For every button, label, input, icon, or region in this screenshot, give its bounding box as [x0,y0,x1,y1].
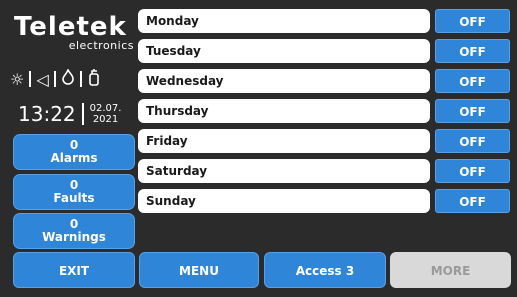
warnings-label: Warnings [42,230,106,244]
divider [29,71,32,87]
extinguisher-icon [87,68,101,90]
sunday-toggle[interactable]: OFF [435,189,510,213]
divider [53,71,56,87]
saturday-toggle[interactable]: OFF [435,159,510,183]
panel-screen: Teletek electronics ☼ ◁ 13:22 02.07. 202… [0,0,517,297]
alarms-button[interactable]: 0 Alarms [13,134,135,170]
clock-time: 13:22 [18,102,76,126]
sun-icon: ☼ [10,69,25,89]
alarms-count: 0 [69,138,79,152]
day-monday[interactable]: Monday [138,9,430,33]
menu-button[interactable]: MENU [139,252,259,288]
clock-date: 02.07. 2021 [90,103,122,125]
speaker-icon: ◁ [36,69,49,89]
friday-toggle[interactable]: OFF [435,129,510,153]
more-button[interactable]: MORE [390,252,511,288]
faults-button[interactable]: 0 Faults [13,174,135,210]
alarms-label: Alarms [50,151,98,165]
day-wednesday[interactable]: Wednesday [138,69,430,93]
date-day-month: 02.07. [89,103,122,114]
status-icons: ☼ ◁ [10,68,136,90]
day-sunday[interactable]: Sunday [138,189,430,213]
tuesday-toggle[interactable]: OFF [435,39,510,63]
wednesday-toggle[interactable]: OFF [435,69,510,93]
brand-name: Teletek [14,12,127,42]
warnings-button[interactable]: 0 Warnings [13,213,135,249]
access-level-button[interactable]: Access 3 [264,252,386,288]
monday-toggle[interactable]: OFF [435,9,510,33]
divider [79,71,82,87]
warnings-count: 0 [69,217,79,231]
exit-button[interactable]: EXIT [13,252,135,288]
day-tuesday[interactable]: Tuesday [138,39,430,63]
divider [81,103,84,125]
clock: 13:22 02.07. 2021 [18,102,121,126]
day-thursday[interactable]: Thursday [138,99,430,123]
teletek-logo: Teletek electronics [8,12,138,52]
date-year: 2021 [92,114,119,125]
thursday-toggle[interactable]: OFF [435,99,510,123]
flame-icon [61,68,75,89]
faults-label: Faults [53,191,95,205]
faults-count: 0 [69,178,79,192]
day-saturday[interactable]: Saturday [138,159,430,183]
day-friday[interactable]: Friday [138,129,430,153]
